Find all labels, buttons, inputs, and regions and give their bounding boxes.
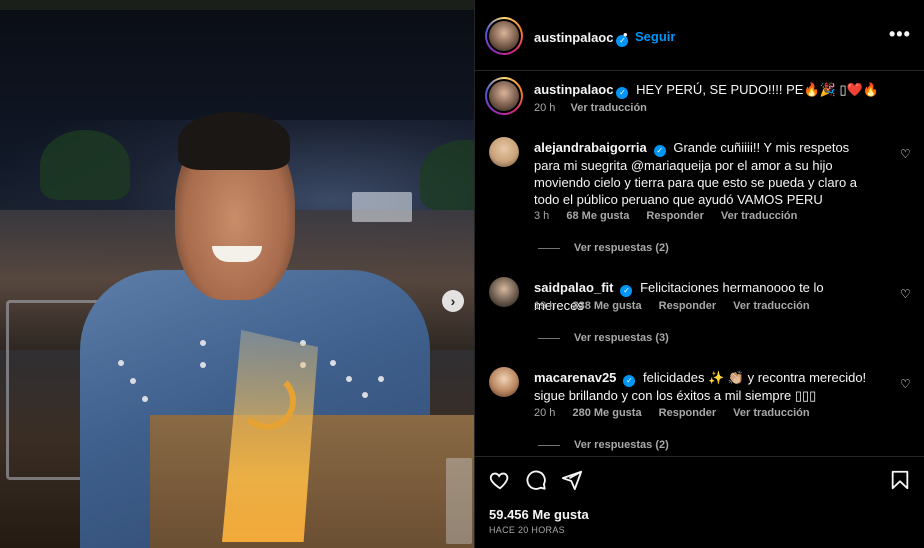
verified-icon: ✓ [623,375,636,387]
view-replies-button[interactable]: Ver respuestas (2) [538,242,669,254]
comment-username[interactable]: macarenav25 [534,370,616,385]
see-translation-link[interactable]: Ver traducción [733,300,809,312]
chevron-right-icon[interactable]: › [442,290,464,312]
heart-icon[interactable]: ♡ [900,287,911,301]
post-timestamp: HACE 20 HORAS [489,525,565,535]
caption-time: 20 h [534,102,556,114]
see-translation-link[interactable]: Ver traducción [570,102,646,114]
reply-button[interactable]: Responder [646,210,703,222]
heart-icon[interactable]: ♡ [900,377,911,391]
comment-icon[interactable] [525,469,547,491]
post-sidebar: austinpalaoc ✓ • Seguir ••• austinpalaoc ✓… [474,0,924,548]
see-translation-link[interactable]: Ver traducción [733,407,809,419]
view-replies-button[interactable]: Ver respuestas (2) [538,439,669,451]
comment-time: 20 h [534,407,556,419]
likes-count[interactable]: 59.456 Me gusta [489,507,589,522]
caption-username[interactable]: austinpalaoc [534,82,613,97]
follow-button[interactable]: Seguir [635,29,675,44]
comment-time: 3 h [534,210,550,222]
post-header: austinpalaoc ✓ • Seguir ••• [475,0,924,71]
author-username[interactable]: austinpalaoc [534,30,613,45]
verified-icon: ✓ [620,285,633,297]
caption-avatar[interactable] [485,77,523,115]
reply-button[interactable]: Responder [659,407,716,419]
bookmark-icon[interactable] [889,469,911,491]
heart-icon[interactable] [489,469,511,491]
heart-icon[interactable]: ♡ [900,147,911,161]
share-icon[interactable] [561,469,583,491]
avatar[interactable] [485,17,523,55]
comment-avatar[interactable] [489,367,519,397]
comment-username[interactable]: alejandrabaigorria [534,140,647,155]
view-replies-button[interactable]: Ver respuestas (3) [538,332,669,344]
comment-likes[interactable]: 338 Me gusta [572,300,641,312]
verified-icon: ✓ [616,87,629,99]
post-actions: 59.456 Me gusta HACE 20 HORAS [475,456,924,548]
comment-avatar[interactable] [489,137,519,167]
comment-likes[interactable]: 280 Me gusta [572,407,641,419]
comment-avatar[interactable] [489,277,519,307]
more-icon[interactable]: ••• [889,24,911,45]
reply-button[interactable]: Responder [659,300,716,312]
comment-likes[interactable]: 68 Me gusta [566,210,629,222]
see-translation-link[interactable]: Ver traducción [721,210,797,222]
comment-time: 19 h [534,300,556,312]
verified-icon: ✓ [653,145,666,157]
comment-username[interactable]: saidpalao_fit [534,280,613,295]
caption-text: HEY PERÚ, SE PUDO!!!! PE🔥🎉 ▯❤️🔥 [636,82,879,97]
post-image[interactable]: › [0,0,474,548]
